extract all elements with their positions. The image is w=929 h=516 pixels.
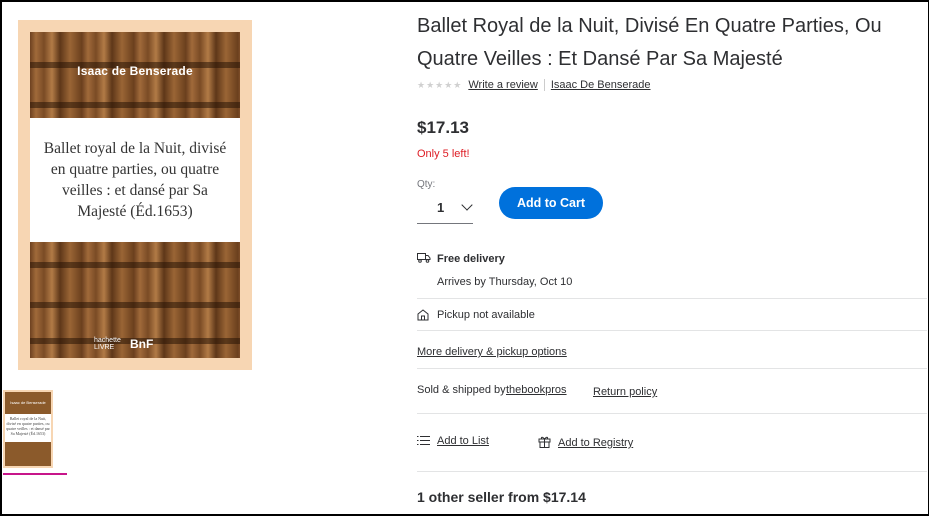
divider bbox=[417, 330, 927, 331]
list-icon bbox=[417, 436, 430, 445]
thumbnail-title: Ballet royal de la Nuit, divisé en quatr… bbox=[5, 414, 51, 442]
thumbnail-author: Isaac de Benserade bbox=[10, 400, 46, 405]
more-delivery-options-link[interactable]: More delivery & pickup options bbox=[417, 346, 567, 358]
add-to-list-link[interactable]: Add to List bbox=[437, 435, 489, 447]
star-rating-icon: ★★★★★ bbox=[417, 79, 463, 90]
add-to-cart-button[interactable]: Add to Cart bbox=[499, 187, 603, 219]
bnf-logo: BnF bbox=[130, 337, 154, 351]
seller-link[interactable]: thebookpros bbox=[506, 384, 567, 396]
main-product-image[interactable]: Isaac de Benserade Ballet royal de la Nu… bbox=[18, 20, 252, 370]
cover-logos: hachette LIVRE BnF bbox=[94, 337, 153, 351]
divider bbox=[417, 298, 927, 299]
cover-author: Isaac de Benserade bbox=[77, 64, 193, 78]
sold-by-label: Sold & shipped by bbox=[417, 384, 506, 396]
arrival-date: Arrives by Thursday, Oct 10 bbox=[437, 276, 573, 288]
free-delivery-label: Free delivery bbox=[437, 253, 505, 265]
return-policy-link[interactable]: Return policy bbox=[593, 386, 657, 398]
product-title: Ballet Royal de la Nuit, Divisé En Quatr… bbox=[417, 15, 882, 70]
cover-title: Ballet royal de la Nuit, divisé en quatr… bbox=[43, 140, 227, 220]
divider bbox=[417, 413, 927, 414]
book-cover: Isaac de Benserade Ballet royal de la Nu… bbox=[30, 32, 240, 358]
divider bbox=[543, 79, 545, 91]
review-row: ★★★★★ Write a review Isaac De Benserade bbox=[417, 79, 651, 91]
add-to-registry-link[interactable]: Add to Registry bbox=[558, 437, 633, 449]
store-icon bbox=[417, 309, 429, 321]
divider bbox=[417, 471, 927, 472]
author-link[interactable]: Isaac De Benserade bbox=[551, 79, 651, 91]
quantity-value: 1 bbox=[437, 199, 445, 215]
publisher-logo: hachette LIVRE bbox=[94, 337, 121, 351]
thumbnail-image[interactable]: Isaac de Benserade Ballet royal de la Nu… bbox=[3, 390, 53, 468]
write-review-link[interactable]: Write a review bbox=[468, 79, 537, 91]
qty-label: Qty: bbox=[417, 179, 436, 190]
price: $17.13 bbox=[417, 118, 469, 137]
other-sellers-heading[interactable]: 1 other seller from $17.14 bbox=[417, 489, 586, 505]
chevron-down-icon bbox=[461, 198, 473, 211]
thumbnail-active-indicator bbox=[3, 473, 67, 475]
cover-shelf-top bbox=[30, 32, 240, 132]
pickup-status: Pickup not available bbox=[437, 309, 535, 321]
truck-icon bbox=[417, 253, 431, 263]
gift-icon bbox=[538, 436, 551, 448]
stock-notice: Only 5 left! bbox=[417, 148, 470, 160]
divider bbox=[417, 368, 927, 369]
cover-title-box: Ballet royal de la Nuit, divisé en quatr… bbox=[30, 118, 240, 242]
thumbnail-cover: Isaac de Benserade Ballet royal de la Nu… bbox=[5, 392, 51, 466]
quantity-select[interactable]: 1 bbox=[417, 191, 473, 224]
